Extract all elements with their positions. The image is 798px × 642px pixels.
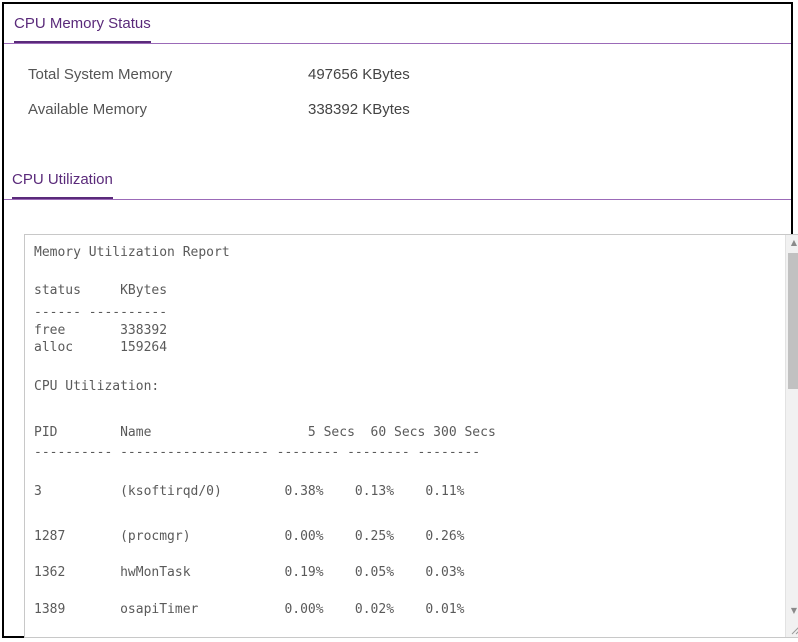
cpu-utilization-header: CPU Utilization [4, 160, 791, 200]
memory-table-header: status KBytes [34, 283, 168, 298]
cpu-row: 1389 osapiTimer 0.00% 0.02% 0.01% [34, 602, 465, 617]
available-memory-value: 338392 KBytes [308, 101, 410, 118]
cpu-row: 1362 hwMonTask 0.19% 0.05% 0.03% [34, 565, 465, 580]
available-memory-label: Available Memory [28, 101, 147, 118]
memory-table-separator: ------ ---------- [34, 305, 168, 320]
available-memory-row: Available Memory 338392 KBytes [28, 101, 410, 119]
cpu-utilization-label: CPU Utilization: [34, 379, 160, 394]
cpu-memory-status-header: CPU Memory Status [4, 4, 791, 44]
total-system-memory-value: 497656 KBytes [308, 66, 410, 83]
chevron-up-icon[interactable]: ▲ [786, 235, 798, 251]
scrollbar-thumb[interactable] [788, 253, 798, 389]
total-system-memory-row: Total System Memory 497656 KBytes [28, 66, 410, 84]
resize-grip-icon[interactable] [790, 625, 798, 635]
cpu-utilization-title: CPU Utilization [12, 171, 113, 200]
memory-row-free: free 338392 [34, 323, 168, 338]
memory-row-alloc: alloc 159264 [34, 340, 168, 355]
cpu-row: 1287 (procmgr) 0.00% 0.25% 0.26% [34, 529, 465, 544]
chevron-down-icon[interactable]: ▼ [786, 603, 798, 619]
report-heading: Memory Utilization Report [34, 245, 230, 260]
vertical-scrollbar[interactable]: ▲ ▼ [785, 235, 798, 637]
cpu-row: 3 (ksoftirqd/0) 0.38% 0.13% 0.11% [34, 484, 465, 499]
page-frame: CPU Memory Status Total System Memory 497… [2, 2, 798, 638]
section-divider [4, 199, 791, 200]
memory-report-textarea[interactable]: Memory Utilization Report status KBytes … [24, 234, 798, 638]
total-system-memory-label: Total System Memory [28, 66, 173, 83]
cpu-memory-status-title: CPU Memory Status [14, 15, 151, 44]
cpu-table-header: PID Name 5 Secs 60 Secs 300 Secs [34, 425, 496, 440]
section-divider [4, 43, 791, 44]
cpu-table-separator: ---------- ------------------- -------- … [34, 445, 481, 460]
